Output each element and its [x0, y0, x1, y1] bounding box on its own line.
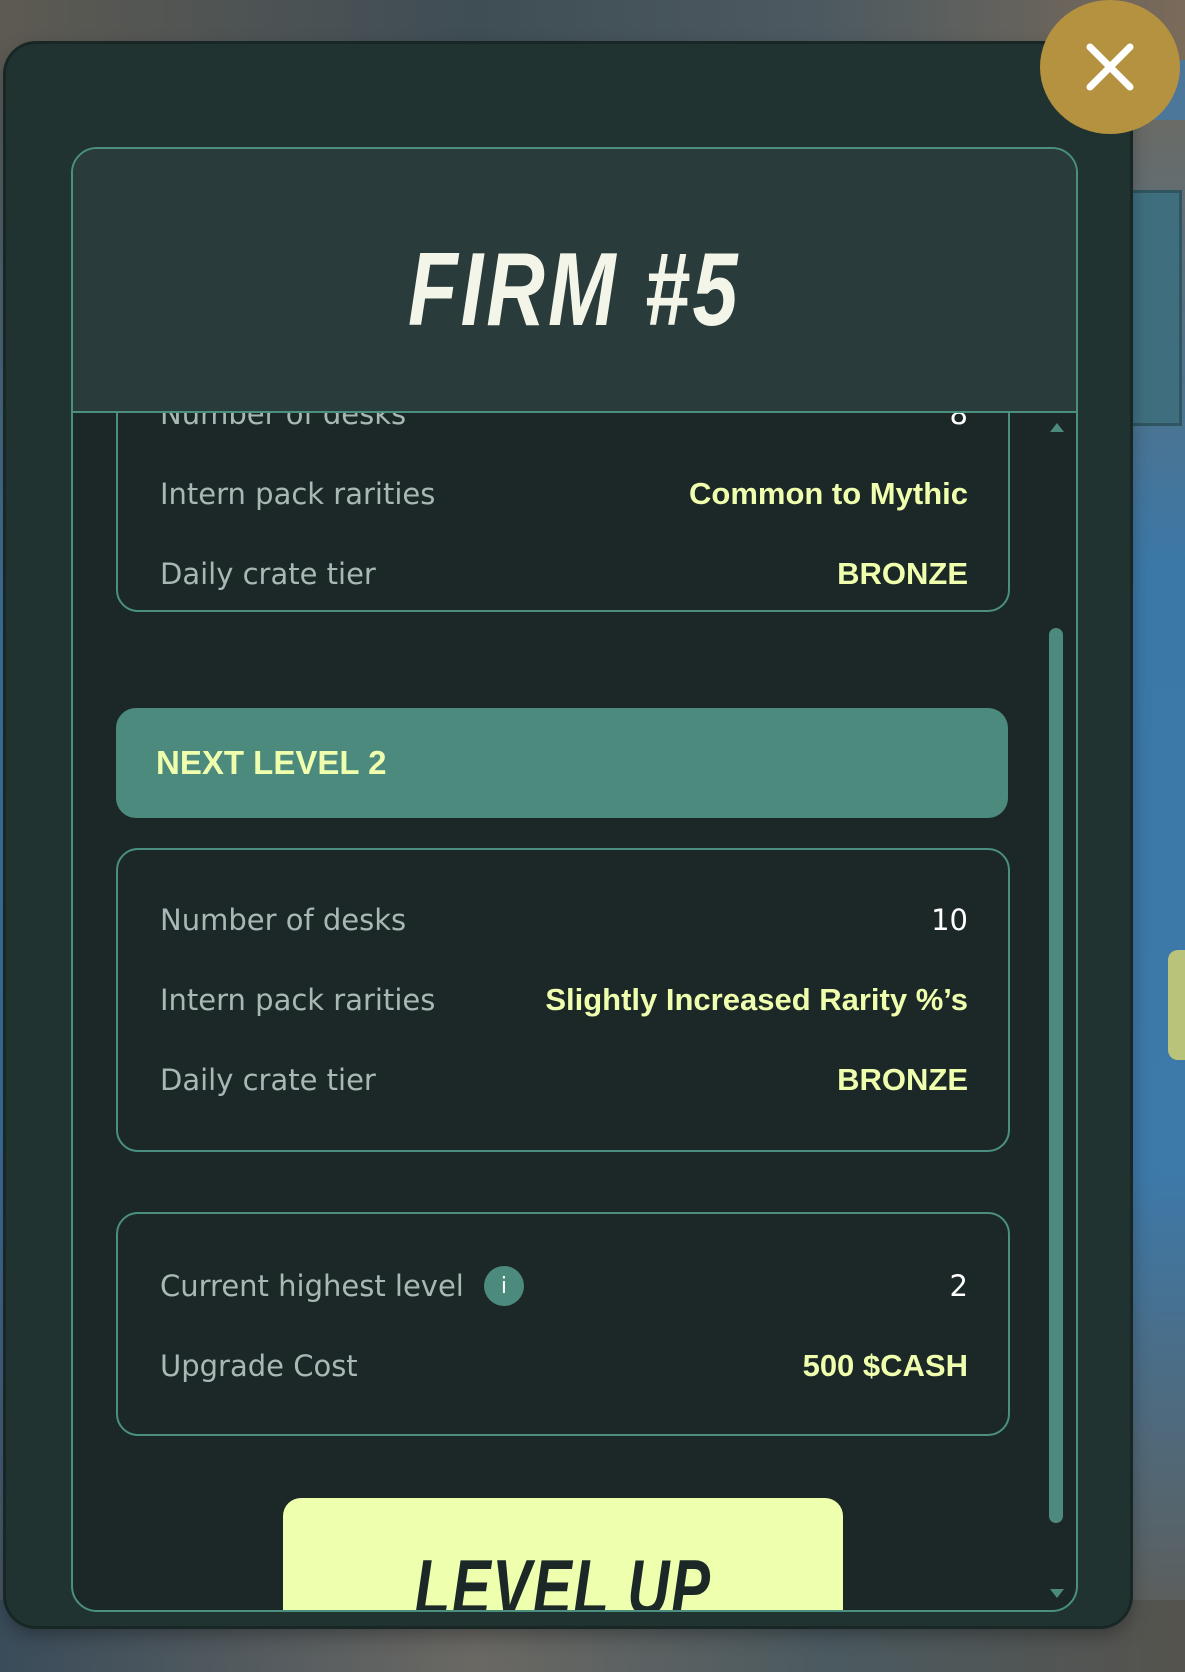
close-icon: [1086, 43, 1134, 91]
stat-label: Daily crate tier: [160, 1063, 376, 1097]
scrollbar-thumb[interactable]: [1049, 628, 1063, 1523]
scroll-down-arrow-icon[interactable]: [1050, 1589, 1064, 1598]
firm-modal-frame: FIRM #5 Number of desks 8 Intern pack ra…: [71, 147, 1078, 1612]
stat-row: Number of desks 8: [160, 411, 968, 434]
stat-value: BRONZE: [837, 556, 968, 591]
level-up-label: LEVEL UP: [414, 1543, 712, 1610]
next-level-banner: NEXT LEVEL 2: [116, 708, 1008, 818]
scrollbar[interactable]: [1044, 411, 1068, 1610]
upgrade-cost-label: Upgrade Cost: [160, 1349, 358, 1383]
stat-value: Slightly Increased Rarity %’s: [545, 982, 968, 1017]
modal-title: FIRM #5: [408, 231, 741, 348]
upgrade-cost-row: Upgrade Cost 500 $CASH: [160, 1346, 968, 1386]
highest-level-row: Current highest level i 2: [160, 1266, 968, 1306]
stat-value: BRONZE: [837, 1062, 968, 1097]
modal-header: FIRM #5: [73, 149, 1076, 413]
stat-label: Intern pack rarities: [160, 477, 436, 511]
stat-row: Number of desks 10: [160, 900, 968, 940]
level-up-button[interactable]: LEVEL UP: [283, 1498, 843, 1610]
modal-scroll-area[interactable]: Number of desks 8 Intern pack rarities C…: [73, 411, 1076, 1610]
stat-label: Number of desks: [160, 903, 407, 937]
next-level-heading: NEXT LEVEL 2: [156, 744, 387, 781]
upgrade-cost-value: 500 $CASH: [802, 1348, 968, 1383]
upgrade-card: Current highest level i 2 Upgrade Cost 5…: [116, 1212, 1010, 1436]
stat-label: Intern pack rarities: [160, 983, 436, 1017]
close-button[interactable]: [1040, 0, 1180, 134]
stat-value: 10: [931, 903, 968, 937]
stat-row: Daily crate tier BRONZE: [160, 1060, 968, 1100]
stat-label: Number of desks: [160, 411, 407, 431]
highest-level-label-wrap: Current highest level i: [160, 1266, 524, 1306]
firm-modal: FIRM #5 Number of desks 8 Intern pack ra…: [6, 44, 1130, 1626]
stat-value: Common to Mythic: [689, 476, 968, 511]
next-level-card: Number of desks 10 Intern pack rarities …: [116, 848, 1010, 1152]
highest-level-label: Current highest level: [160, 1269, 464, 1303]
highest-level-value: 2: [949, 1269, 968, 1303]
stat-row: Intern pack rarities Common to Mythic: [160, 474, 968, 514]
stat-label: Daily crate tier: [160, 557, 376, 591]
background-side-tab: [1168, 950, 1185, 1060]
info-icon[interactable]: i: [483, 1266, 524, 1306]
background-shelf: [1128, 190, 1182, 426]
scroll-up-arrow-icon[interactable]: [1050, 423, 1064, 432]
stat-row: Intern pack rarities Slightly Increased …: [160, 980, 968, 1020]
stat-row: Daily crate tier BRONZE: [160, 554, 968, 594]
stat-value: 8: [949, 411, 968, 431]
current-stats-card: Number of desks 8 Intern pack rarities C…: [116, 411, 1010, 612]
